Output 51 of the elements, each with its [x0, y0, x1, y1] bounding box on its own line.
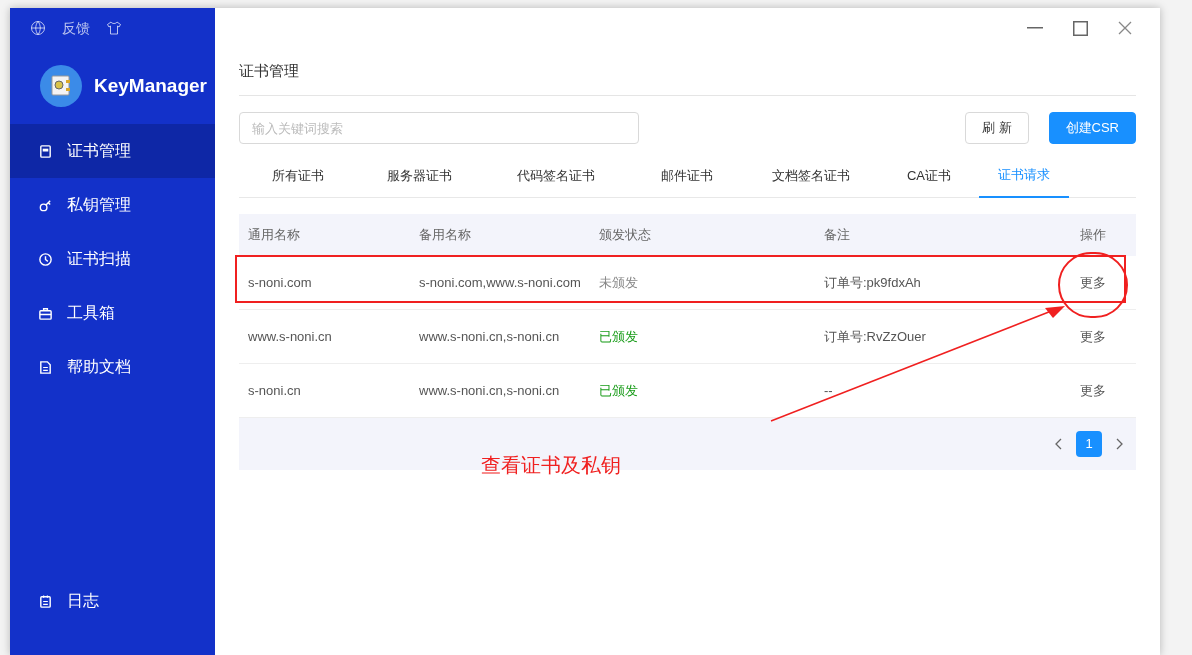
- table-cell-text: 已颁发: [599, 381, 639, 400]
- previous-page-icon[interactable]: [1054, 438, 1064, 450]
- table-cell-text: www.s-noni.cn,s-noni.cn: [419, 327, 561, 346]
- sidebar-item[interactable]: 证书管理: [10, 124, 215, 178]
- next-page-icon[interactable]: [1114, 438, 1124, 450]
- sidebar-item[interactable]: 工具箱: [10, 286, 215, 340]
- sidebar-item[interactable]: 证书扫描: [10, 232, 215, 286]
- table-cell-text: s-noni.com: [247, 273, 313, 292]
- sidebar-item[interactable]: 私钥管理: [10, 178, 215, 232]
- table-cell-text: 订单号:RvZzOuer: [824, 327, 927, 346]
- globe-icon[interactable]: [30, 20, 46, 36]
- tab[interactable]: 文档签名证书: [743, 154, 879, 198]
- close-icon[interactable]: [1118, 21, 1132, 35]
- table-cell-text: --: [824, 381, 834, 400]
- column-header: 操作: [1079, 226, 1107, 245]
- table-cell-text: www.s-noni.cn: [247, 327, 333, 346]
- maximize-icon[interactable]: [1073, 20, 1088, 36]
- refresh-button[interactable]: 刷 新: [964, 112, 1029, 144]
- notepad-icon: [38, 593, 53, 609]
- annotation-text: 查看证书及私钥: [481, 453, 621, 478]
- table-cell-text: s-noni.com,www.s-noni.com: [419, 273, 582, 292]
- search-field[interactable]: 输入关键词搜索: [239, 112, 639, 144]
- more-link[interactable]: 更多: [1044, 380, 1136, 401]
- tab[interactable]: CA证书: [879, 154, 979, 198]
- sidebar-item[interactable]: 日志: [10, 574, 215, 628]
- more-link[interactable]: 更多: [1044, 326, 1136, 347]
- app-name: KeyManager: [94, 73, 207, 98]
- document-icon: [38, 359, 53, 375]
- table-cell-text: 已颁发: [599, 327, 639, 346]
- tab[interactable]: 邮件证书: [631, 154, 743, 198]
- minimize-icon[interactable]: [1027, 27, 1043, 29]
- save-icon: [38, 143, 53, 159]
- more-link[interactable]: 更多: [1044, 272, 1136, 293]
- feedback-link[interactable]: 反馈: [62, 17, 90, 39]
- table-cell-text: 订单号:pk9fdxAh: [824, 273, 922, 292]
- column-header: 颁发状态: [599, 226, 652, 245]
- table-cell-text: 未颁发: [599, 273, 639, 292]
- safe-icon: [40, 65, 82, 107]
- clock-icon: [38, 251, 53, 267]
- sidebar-item[interactable]: 帮助文档: [10, 340, 215, 394]
- table-cell-text: s-noni.cn: [247, 381, 302, 400]
- column-header: 通用名称: [247, 226, 301, 245]
- shirt-icon[interactable]: [106, 20, 122, 36]
- tab[interactable]: 代码签名证书: [481, 154, 631, 198]
- tab[interactable]: 所有证书: [239, 154, 357, 198]
- table-cell-text: www.s-noni.cn,s-noni.cn: [419, 381, 561, 400]
- toolbox-icon: [38, 305, 53, 321]
- column-header: 备注: [824, 226, 851, 245]
- page-title: 证书管理: [239, 61, 299, 82]
- column-header: 备用名称: [419, 226, 472, 245]
- tab[interactable]: 服务器证书: [357, 154, 481, 198]
